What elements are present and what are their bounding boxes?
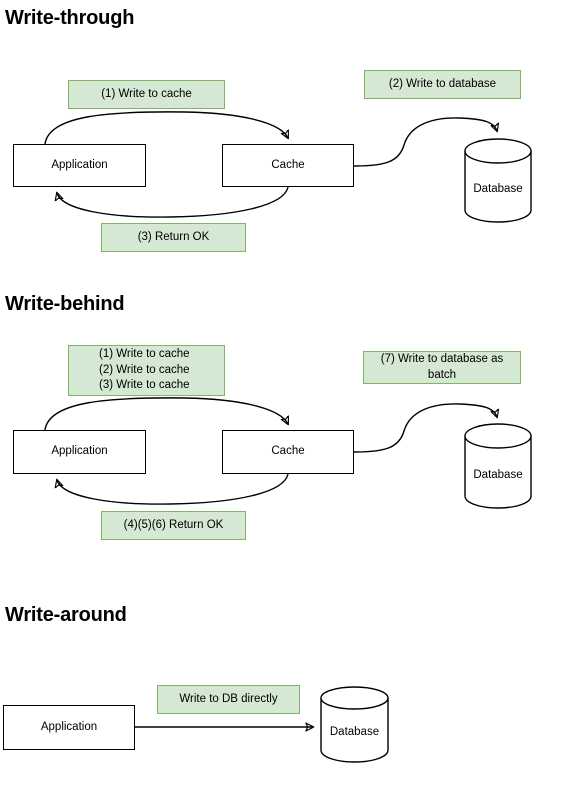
node-label: Cache <box>271 445 305 458</box>
node-cache-1[interactable]: Cache <box>222 144 354 187</box>
node-label: Application <box>51 158 108 171</box>
node-label: Application <box>51 445 108 458</box>
section-title-write-through: Write-through <box>5 7 135 29</box>
note-text: (1) Write to cache (2) Write to cache (3… <box>99 347 190 392</box>
database-cylinder-icon <box>464 138 532 223</box>
node-database-3[interactable]: Database <box>320 686 389 763</box>
note-text: (4)(5)(6) Return OK <box>123 518 224 531</box>
edge-cache-to-app-1 <box>57 186 289 218</box>
database-cylinder-icon <box>464 423 532 509</box>
note-return-ok-1: (3) Return OK <box>101 223 246 252</box>
node-application-2[interactable]: Application <box>13 430 146 474</box>
node-label: Cache <box>271 158 305 171</box>
node-cache-2[interactable]: Cache <box>222 430 354 474</box>
diagram-canvas: Write-through (1) Write to cache (2) Wri… <box>0 0 578 809</box>
edge-app-to-cache-1 <box>44 111 288 145</box>
note-return-ok-2: (4)(5)(6) Return OK <box>101 511 246 540</box>
database-cylinder-icon <box>320 686 389 763</box>
note-write-to-database-2: (7) Write to database as batch <box>363 351 521 384</box>
node-database-2[interactable]: Database <box>464 423 532 509</box>
note-text: (1) Write to cache <box>101 87 192 100</box>
edge-app-to-cache-2 <box>44 397 288 431</box>
edge-cache-to-app-2 <box>57 473 289 505</box>
note-write-to-db-directly: Write to DB directly <box>157 685 300 714</box>
note-write-to-database-1: (2) Write to database <box>364 70 521 99</box>
note-write-to-cache-1: (1) Write to cache <box>68 80 225 109</box>
note-text: (3) Return OK <box>137 230 210 243</box>
note-text: Write to DB directly <box>179 692 278 705</box>
section-title-write-behind: Write-behind <box>5 293 125 315</box>
note-write-to-cache-2: (1) Write to cache (2) Write to cache (3… <box>68 345 225 396</box>
node-label: Application <box>40 720 98 733</box>
node-application-1[interactable]: Application <box>13 144 146 187</box>
node-application-3[interactable]: Application <box>3 705 135 750</box>
note-text: (2) Write to database <box>388 77 497 90</box>
node-database-1[interactable]: Database <box>464 138 532 223</box>
section-title-write-around: Write-around <box>5 604 127 626</box>
note-text: (7) Write to database as batch <box>380 352 504 381</box>
